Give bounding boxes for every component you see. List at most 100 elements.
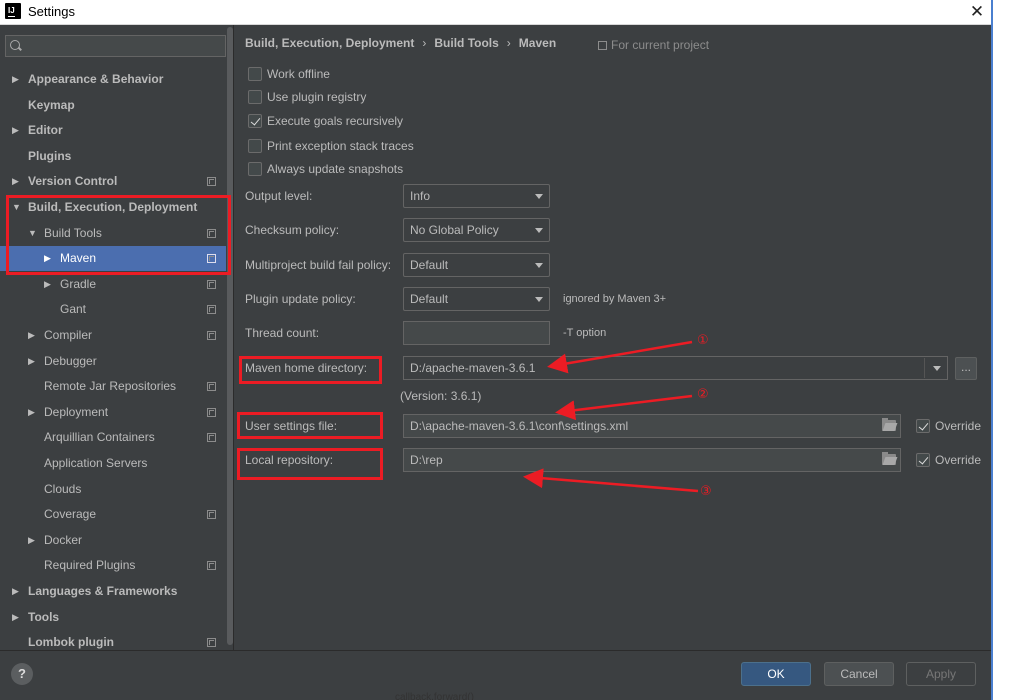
always-update-snapshots-checkbox[interactable] [248,162,262,176]
chevron-down-icon [933,366,941,371]
plugin-update-policy-value: Default [410,292,449,306]
sidebar-item-docker[interactable]: ▶ Docker [0,528,226,553]
checksum-policy-label: Checksum policy: [245,223,340,237]
sidebar-item-required-plugins[interactable]: Required Plugins [0,553,226,578]
sidebar-item-tools[interactable]: ▶ Tools [0,605,226,630]
sidebar-item-label: Required Plugins [44,558,136,573]
for-current-project: For current project [598,38,709,52]
folder-icon[interactable] [882,452,896,465]
multiproject-policy-select[interactable]: Default [403,253,550,277]
thread-count-note: -T option [563,327,607,339]
maven-home-select[interactable]: D:/apache-maven-3.6.1 [403,356,948,380]
collapsed-arrow-icon[interactable]: ▶ [28,323,38,348]
collapsed-arrow-icon[interactable]: ▶ [12,67,22,92]
local-repository-input[interactable]: D:\rep [403,448,901,472]
sidebar-item-label: Editor [28,123,63,138]
multiproject-policy-value: Default [410,258,449,272]
sidebar-item-gant[interactable]: Gant [0,297,226,322]
sidebar-item-label: Languages & Frameworks [28,584,178,598]
folder-icon[interactable] [882,418,896,431]
close-icon[interactable]: ✕ [966,1,988,23]
sidebar-item-label: Clouds [44,481,82,496]
checkbox-label: Execute goals recursively [267,114,404,128]
thread-count-input[interactable] [403,321,550,345]
checkbox-label: Use plugin registry [267,90,367,104]
sidebar-item-compiler[interactable]: ▶ Compiler [0,323,226,348]
use-plugin-registry-checkbox[interactable] [248,90,262,104]
sidebar-item-deployment[interactable]: ▶ Deployment [0,400,226,425]
search-box[interactable] [5,35,226,57]
plugin-update-policy-select[interactable]: Default [403,287,550,311]
apply-button[interactable]: Apply [906,662,976,686]
search-input[interactable] [26,37,222,55]
collapsed-arrow-icon[interactable]: ▶ [12,605,22,630]
ok-button[interactable]: OK [741,662,811,686]
sidebar-item-plugins[interactable]: Plugins [0,144,226,169]
collapsed-arrow-icon[interactable]: ▶ [12,169,22,194]
collapsed-arrow-icon[interactable]: ▶ [12,579,22,604]
project-scope-icon [207,279,216,289]
sidebar-item-coverage[interactable]: Coverage [0,502,226,527]
crumb-separator: › [422,36,427,50]
collapsed-arrow-icon[interactable]: ▶ [28,400,38,425]
sidebar-item-label: Keymap [28,97,75,112]
sidebar-item-remote-jar-repositories[interactable]: Remote Jar Repositories [0,374,226,399]
maven-home-value: D:/apache-maven-3.6.1 [410,361,536,375]
output-level-value: Info [410,189,431,203]
plugin-update-note: ignored by Maven 3+ [563,293,667,305]
maven-version-label: (Version: 3.6.1) [400,389,482,403]
override-label: Override [935,419,982,433]
sidebar-item-gradle[interactable]: ▶ Gradle [0,272,226,297]
sidebar-item-arquillian-containers[interactable]: Arquillian Containers [0,425,226,450]
work-offline-checkbox[interactable] [248,67,262,81]
help-button[interactable]: ? [11,663,33,685]
sidebar-item-languages-frameworks[interactable]: ▶ Languages & Frameworks [0,579,226,604]
sidebar-item-clouds[interactable]: Clouds [0,477,226,502]
collapsed-arrow-icon[interactable]: ▶ [44,272,54,297]
collapsed-arrow-icon[interactable]: ▶ [28,528,38,553]
cancel-button[interactable]: Cancel [824,662,894,686]
collapsed-arrow-icon[interactable]: ▶ [28,349,38,374]
user-settings-input[interactable]: D:\apache-maven-3.6.1\conf\settings.xml [403,414,901,438]
checksum-policy-select[interactable]: No Global Policy [403,218,550,242]
chevron-down-icon [535,194,543,199]
crumb-maven: Maven [518,36,557,50]
sidebar-item-keymap[interactable]: Keymap [0,93,226,118]
crumb-build[interactable]: Build, Execution, Deployment [245,36,414,50]
collapsed-arrow-icon[interactable]: ▶ [12,118,22,143]
sidebar-item-label: Gradle [60,276,97,291]
execute-goals-recursively-checkbox[interactable] [248,114,262,128]
override-checkbox[interactable] [916,453,930,467]
sidebar-item-version-control[interactable]: ▶ Version Control [0,169,226,194]
settings-window: ▶ Appearance & Behavior Keymap ▶ Editor Plugi… [0,25,991,700]
project-scope-icon [207,510,216,520]
project-scope-icon [207,561,216,571]
multiproject-policy-label: Multiproject build fail policy: [245,258,392,272]
override-checkbox[interactable] [916,419,930,433]
breadcrumb: Build, Execution, Deployment › Build Tools… [245,36,556,50]
sidebar-item-label: Docker [44,532,83,547]
maven-home-browse-button[interactable]: ... [955,357,977,380]
sidebar-item-debugger[interactable]: ▶ Debugger [0,349,226,374]
background-code-peek: callback.forward() [395,692,474,700]
project-scope-icon [598,41,607,50]
checksum-policy-value: No Global Policy [410,223,499,237]
combo-divider [924,358,925,378]
project-scope-icon [207,331,216,340]
sidebar-item-editor[interactable]: ▶ Editor [0,118,226,143]
annotation-3: ③ [700,483,712,498]
sidebar-item-appearance-behavior[interactable]: ▶ Appearance & Behavior [0,67,226,92]
sidebar-scrollbar[interactable] [227,27,233,645]
print-exception-stack-traces-checkbox[interactable] [248,139,262,153]
project-scope-icon [207,305,216,315]
chevron-down-icon [535,228,543,233]
crumb-separator: › [506,36,511,50]
sidebar-item-label: Remote Jar Repositories [44,379,177,394]
sidebar-item-application-servers[interactable]: Application Servers [0,451,226,476]
annotation-1: ① [697,332,709,347]
sidebar-item-label: Debugger [44,353,97,368]
crumb-build-tools[interactable]: Build Tools [434,36,498,50]
local-repository-value: D:\rep [410,453,443,467]
for-project-label: For current project [611,38,710,52]
output-level-select[interactable]: Info [403,184,550,208]
